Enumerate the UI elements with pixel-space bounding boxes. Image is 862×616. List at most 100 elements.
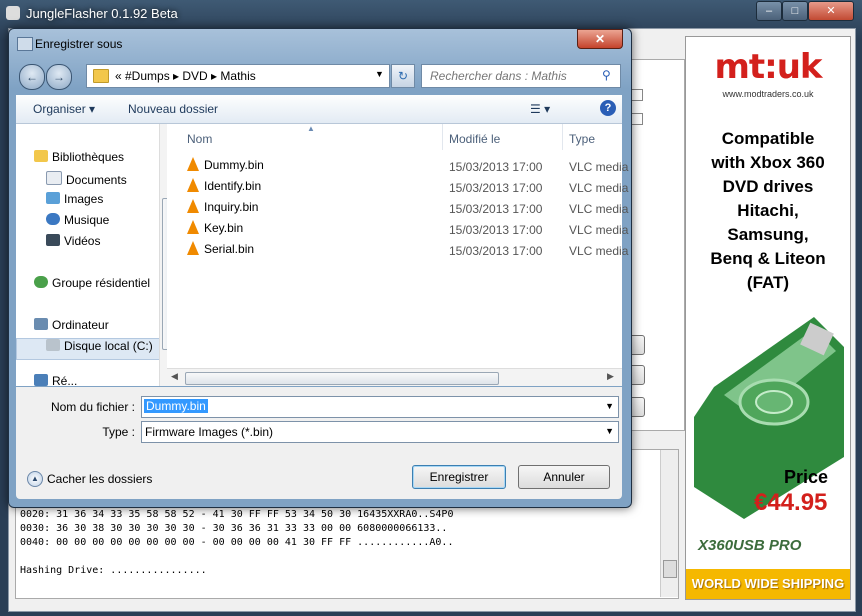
chevron-down-icon[interactable]: ▼ (375, 69, 384, 79)
libraries-icon (34, 150, 48, 162)
save-button[interactable]: Enregistrer (412, 465, 506, 489)
network-icon (34, 374, 48, 386)
nav-label: Ordinateur (52, 318, 109, 332)
log-scroll-thumb[interactable] (663, 560, 677, 578)
maximize-button[interactable]: □ (782, 1, 808, 21)
ad-brand-logo: X360USB PRO (698, 537, 802, 554)
nav-item-network[interactable]: Ré... (34, 374, 77, 386)
nav-item-music[interactable]: Musique (46, 213, 109, 227)
nav-item-homegroup[interactable]: Groupe résidentiel (34, 276, 150, 290)
refresh-button[interactable]: ↻ (391, 64, 415, 88)
background-checkbox[interactable] (631, 113, 643, 125)
vlc-file-icon (187, 241, 199, 255)
filetype-select[interactable]: Firmware Images (*.bin) ▼ (141, 421, 619, 443)
column-header-name[interactable]: Nom (187, 132, 212, 146)
file-name: Key.bin (204, 221, 244, 235)
music-icon (46, 213, 60, 225)
forward-button[interactable]: → (46, 64, 72, 90)
scroll-right-icon[interactable]: ▶ (607, 371, 614, 382)
column-divider[interactable] (562, 124, 563, 150)
nav-item-videos[interactable]: Vidéos (46, 234, 100, 248)
file-row[interactable]: Identify.bin 15/03/2013 17:00 VLC media (187, 178, 628, 198)
nav-item-images[interactable]: Images (46, 192, 103, 206)
nav-label: Bibliothèques (52, 150, 125, 164)
file-name: Identify.bin (204, 179, 262, 193)
file-modified: 15/03/2013 17:00 (449, 202, 543, 216)
scroll-left-icon[interactable]: ◀ (171, 371, 178, 382)
nav-label: Groupe résidentiel (52, 276, 151, 290)
close-button[interactable]: ✕ (808, 1, 854, 21)
background-checkbox[interactable] (631, 89, 643, 101)
organize-menu[interactable]: Organiser ▾ (33, 102, 95, 116)
cancel-button[interactable]: Annuler (518, 465, 610, 489)
main-window-title: JungleFlasher 0.1.92 Beta (26, 6, 178, 21)
file-modified: 15/03/2013 17:00 (449, 244, 543, 258)
nav-item-local-disk[interactable]: Disque local (C:) (46, 339, 153, 353)
file-row[interactable]: Key.bin 15/03/2013 17:00 VLC media (187, 220, 628, 240)
view-options-button[interactable]: ☰ ▾ (530, 102, 550, 116)
filetype-label: Type : (102, 425, 135, 439)
vlc-file-icon (187, 199, 199, 213)
nav-label: Disque local (C:) (64, 339, 153, 353)
file-list: ▲ Nom Modifié le Type Dummy.bin 15/03/201… (167, 124, 628, 386)
log-text: 0020: 31 36 34 33 35 58 58 52 - 41 30 FF… (20, 509, 454, 576)
dialog-close-button[interactable]: ✕ (577, 29, 623, 49)
horizontal-scroll-thumb[interactable] (185, 372, 499, 385)
navigation-pane: Bibliothèques Documents Images Musique V… (16, 124, 175, 386)
nav-label: Musique (64, 213, 110, 227)
nav-label: Vidéos (64, 234, 101, 248)
filename-value: Dummy.bin (144, 399, 208, 413)
chevron-down-icon[interactable]: ▼ (605, 426, 614, 436)
log-scrollbar[interactable] (660, 450, 678, 597)
file-type: VLC media (569, 223, 629, 237)
nav-item-documents[interactable]: Documents (46, 171, 127, 187)
file-type: VLC media (569, 202, 629, 216)
collapse-up-icon[interactable]: ▲ (27, 471, 43, 487)
vlc-file-icon (187, 220, 199, 234)
minimize-button[interactable]: – (756, 1, 782, 21)
column-divider[interactable] (442, 124, 443, 150)
address-bar[interactable]: « #Dumps ▸ DVD ▸ Mathis ▼ (86, 64, 390, 88)
new-folder-button[interactable]: Nouveau dossier (128, 102, 218, 116)
ad-headline: Compatible with Xbox 360 DVD drives Hita… (710, 129, 826, 292)
file-row[interactable]: Dummy.bin 15/03/2013 17:00 VLC media (187, 157, 628, 177)
file-row[interactable]: Serial.bin 15/03/2013 17:00 VLC media (187, 241, 628, 261)
file-type: VLC media (569, 244, 629, 258)
nav-label: Images (64, 192, 104, 206)
chevron-down-icon[interactable]: ▼ (605, 401, 614, 411)
save-as-dialog: Enregistrer sous ✕ ← → « #Dumps ▸ DVD ▸ … (8, 28, 632, 508)
back-button[interactable]: ← (19, 64, 45, 90)
filename-label: Nom du fichier : (50, 400, 135, 414)
sort-arrow-icon: ▲ (307, 124, 315, 133)
ad-price-label: Price (784, 467, 829, 487)
search-placeholder: Rechercher dans : Mathis (430, 69, 567, 83)
ad-price: €44.95 (754, 489, 828, 516)
ad-logo: mt:uk (714, 47, 822, 87)
file-name: Dummy.bin (204, 158, 264, 172)
ad-url: www.modtraders.co.uk (722, 89, 814, 99)
dialog-icon (17, 37, 33, 51)
file-modified: 15/03/2013 17:00 (449, 160, 543, 174)
filename-input[interactable]: Dummy.bin ▼ (141, 396, 619, 418)
address-breadcrumb[interactable]: « #Dumps ▸ DVD ▸ Mathis (115, 69, 256, 83)
hide-folders-link[interactable]: Cacher les dossiers (47, 472, 152, 486)
app-icon (6, 6, 20, 20)
file-modified: 15/03/2013 17:00 (449, 223, 543, 237)
search-input[interactable]: Rechercher dans : Mathis ⚲ (421, 64, 621, 88)
help-icon[interactable]: ? (600, 100, 616, 116)
file-name: Inquiry.bin (204, 200, 259, 214)
videos-icon (46, 234, 60, 246)
file-row[interactable]: Inquiry.bin 15/03/2013 17:00 VLC media (187, 199, 628, 219)
horizontal-scrollbar[interactable]: ◀ ▶ (167, 368, 622, 386)
filetype-value: Firmware Images (*.bin) (145, 425, 274, 439)
ad-banner[interactable]: mt:uk www.modtraders.co.uk Compatible wi… (685, 36, 851, 600)
nav-item-libraries[interactable]: Bibliothèques (34, 150, 124, 164)
dialog-toolbar: Organiser ▾ Nouveau dossier ☰ ▾ ? (16, 95, 622, 124)
nav-item-computer[interactable]: Ordinateur (34, 318, 109, 332)
computer-icon (34, 318, 48, 330)
documents-icon (46, 171, 62, 185)
column-header-modified[interactable]: Modifié le (449, 132, 500, 146)
dialog-title: Enregistrer sous (35, 37, 123, 51)
file-modified: 15/03/2013 17:00 (449, 181, 543, 195)
column-header-type[interactable]: Type (569, 132, 595, 146)
